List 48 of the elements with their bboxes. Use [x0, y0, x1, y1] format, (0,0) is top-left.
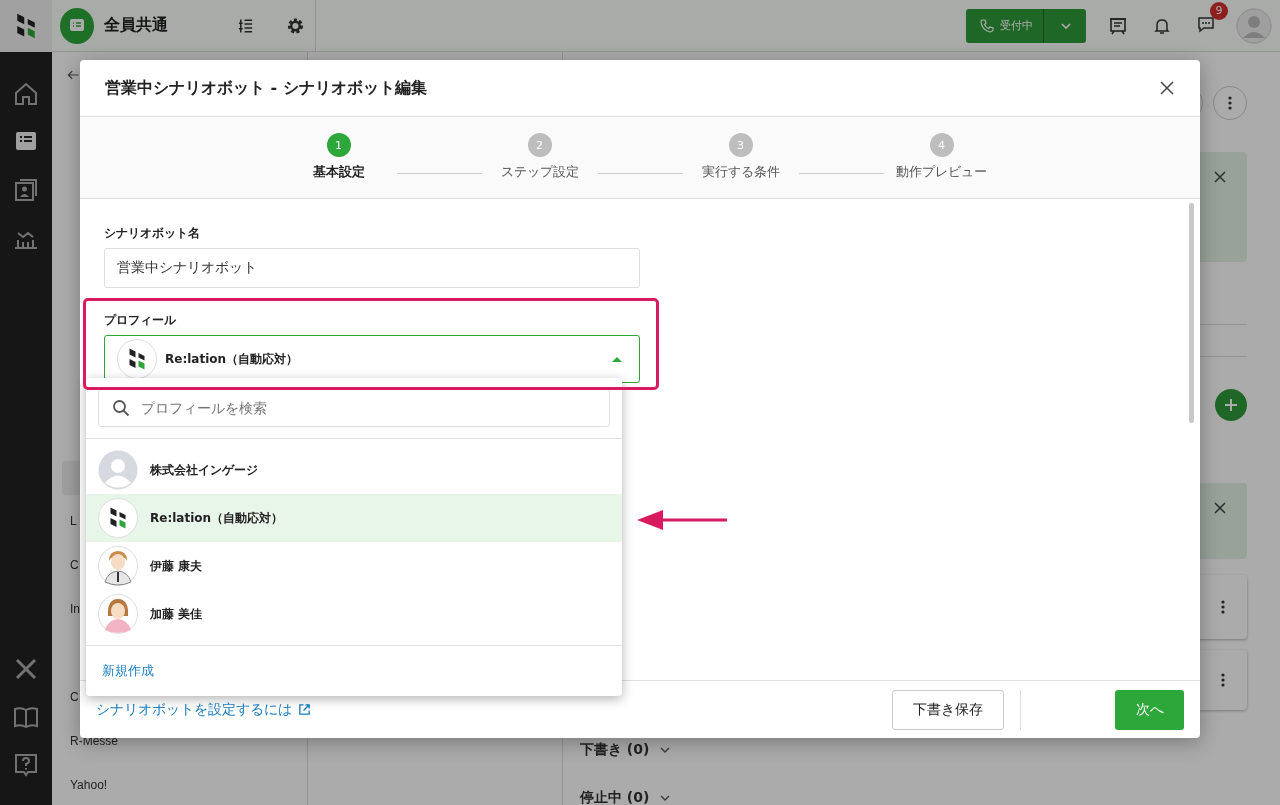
profile-option[interactable]: Re:lation（自動応対） — [86, 494, 622, 542]
operator-figure-avatar — [98, 594, 138, 634]
settings-icon[interactable] — [286, 15, 305, 36]
step-number: 4 — [929, 133, 954, 157]
scrollbar[interactable] — [1189, 203, 1194, 423]
name-input-field[interactable]: 営業中シナリオボット — [104, 248, 640, 288]
home-icon[interactable] — [12, 80, 40, 108]
notification-badge: 9 — [1210, 1, 1228, 20]
close-icon[interactable] — [1159, 80, 1175, 96]
close-icon[interactable] — [1213, 170, 1227, 184]
external-link-icon — [298, 703, 311, 716]
section-toggle[interactable]: 停止中 (0) — [580, 789, 672, 805]
contact-card-icon[interactable] — [12, 176, 40, 204]
back-arrow-icon[interactable] — [66, 68, 80, 82]
close-icon[interactable] — [1213, 501, 1227, 515]
operator-figure-avatar — [98, 546, 138, 586]
step-label: 基本設定 — [312, 163, 365, 181]
help-icon[interactable] — [12, 751, 40, 779]
profile-option[interactable]: 伊藤 康夫 — [86, 542, 622, 590]
step-label: 動作プレビュー — [896, 163, 987, 181]
profile-option[interactable]: 加藤 美佳 — [86, 590, 622, 638]
plus-icon — [1223, 397, 1239, 413]
step-label: ステップ設定 — [500, 163, 579, 181]
person-silhouette-avatar — [98, 450, 138, 490]
add-button[interactable] — [1215, 389, 1247, 421]
phone-icon — [980, 18, 994, 33]
search-icon — [112, 399, 130, 417]
create-new-link[interactable]: 新規作成 — [102, 663, 154, 678]
step-number: 2 — [527, 133, 552, 157]
board-icon[interactable] — [1108, 15, 1128, 36]
field-label: プロフィール — [104, 312, 177, 329]
dialog-title: 営業中シナリオボット - シナリオボット編集 — [105, 77, 427, 99]
side-menu-item[interactable]: Yahoo! — [62, 763, 297, 805]
step-number: 3 — [728, 133, 753, 157]
status-button[interactable]: 受付中 — [966, 8, 1086, 43]
more-icon[interactable] — [1221, 672, 1225, 688]
logo-cell[interactable] — [0, 0, 52, 52]
more-icon[interactable] — [1221, 599, 1225, 615]
step-number: 1 — [326, 133, 351, 157]
profile-option[interactable]: 株式会社インゲージ — [86, 446, 622, 494]
search-field[interactable]: プロフィールを検索 — [98, 389, 610, 427]
workspace-name: 全員共通 — [104, 15, 169, 36]
step-label: 実行する条件 — [701, 163, 780, 181]
more-icon — [1228, 95, 1232, 111]
save-draft-button[interactable]: 下書き保存 — [892, 689, 1004, 730]
help-link[interactable]: シナリオボットを設定するには — [96, 700, 311, 719]
section-toggle[interactable]: 下書き (0) — [580, 741, 672, 759]
field-label: シナリオボット名 — [104, 225, 201, 242]
